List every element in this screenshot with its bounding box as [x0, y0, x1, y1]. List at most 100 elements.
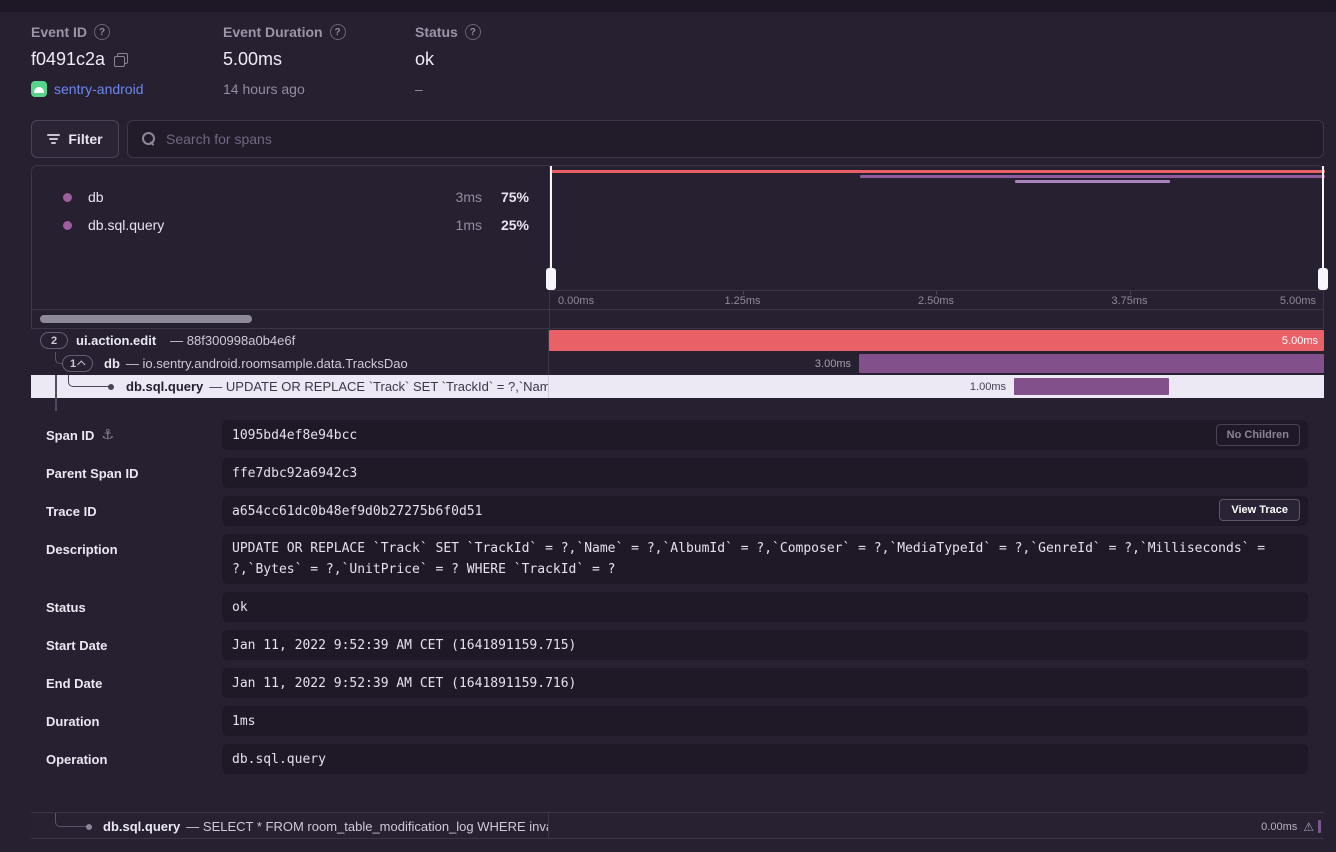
copy-icon[interactable] — [114, 53, 127, 66]
project-row: sentry-android — [31, 81, 144, 97]
event-id-value: f0491c2a — [31, 49, 105, 70]
event-id-label: Event ID ? — [31, 24, 144, 40]
project-link[interactable]: sentry-android — [54, 81, 144, 97]
children-count-pill[interactable]: 1 — [62, 355, 93, 372]
view-trace-button[interactable]: View Trace — [1219, 499, 1300, 521]
span-duration-bar — [859, 354, 1324, 373]
column-divider — [548, 813, 549, 838]
legend-item-db-sql-query[interactable]: db.sql.query 1ms 25% — [32, 213, 549, 237]
filter-button-label: Filter — [68, 131, 102, 147]
operation-row-value: db.sql.query — [222, 744, 1308, 774]
span-row-db[interactable]: 1 db — io.sentry.android.roomsample.data… — [31, 352, 1324, 375]
span-row-text: db — io.sentry.android.roomsample.data.T… — [104, 352, 408, 375]
column-divider — [548, 329, 549, 352]
legend-percent: 25% — [487, 217, 529, 233]
description-label-text: Description — [46, 542, 118, 557]
operation-row-label-text: Operation — [46, 752, 107, 767]
status-row-value: ok — [222, 592, 1308, 622]
span-duration-bar — [1318, 820, 1321, 833]
minimap-handle-left[interactable] — [550, 166, 552, 290]
span-row-db-sql-query-selected[interactable]: db.sql.query — UPDATE OR REPLACE `Track`… — [31, 375, 1324, 398]
parent-span-id-text: ffe7dbc92a6942c3 — [232, 466, 357, 481]
search-input[interactable] — [166, 131, 1323, 147]
axis-label: 0.00ms — [558, 295, 594, 307]
trace-id-text: a654cc61dc0b48ef9d0b27275b6f0d51 — [232, 504, 482, 519]
end-date-label: End Date — [46, 668, 102, 698]
help-icon[interactable]: ? — [94, 24, 110, 40]
filter-button[interactable]: Filter — [31, 120, 119, 158]
span-duration-label: 5.00ms — [1282, 329, 1318, 352]
children-count-pill[interactable]: 2 — [40, 332, 68, 349]
pill-count: 1 — [70, 358, 76, 370]
event-duration-field: Event Duration ? 5.00ms 14 hours ago — [223, 24, 346, 97]
parent-span-id-label: Parent Span ID — [46, 458, 138, 488]
trace-id-label: Trace ID — [46, 496, 97, 526]
span-op: ui.action.edit — [76, 333, 156, 348]
warning-icon: ⚠ — [1303, 820, 1314, 834]
help-icon[interactable]: ? — [465, 24, 481, 40]
event-duration-label: Event Duration ? — [223, 24, 346, 40]
column-divider — [548, 375, 549, 398]
span-duration-label: 1.00ms — [970, 375, 1006, 398]
android-icon — [31, 81, 47, 97]
axis-label: 2.50ms — [918, 295, 954, 307]
span-bullet — [86, 824, 92, 830]
op-color-dot — [63, 193, 72, 202]
search-icon — [142, 132, 156, 146]
span-tree: 2 ui.action.edit — 88f300998a0b4e6f 5.00… — [31, 329, 1324, 398]
span-desc: — 88f300998a0b4e6f — [170, 333, 295, 348]
span-duration-label: 3.00ms — [815, 352, 851, 375]
parent-span-id-value: ffe7dbc92a6942c3 — [222, 458, 1308, 488]
tree-guide-line — [55, 375, 57, 398]
minimap-chart[interactable] — [550, 166, 1325, 290]
status-row-label: Status — [46, 592, 86, 622]
span-row-ui-action-edit[interactable]: 2 ui.action.edit — 88f300998a0b4e6f 5.00… — [31, 329, 1324, 352]
span-row-bar-cell: 1.00ms — [549, 375, 1324, 398]
span-op: db.sql.query — [126, 379, 203, 394]
status-row-label-text: Status — [46, 600, 86, 615]
minimap-span-line — [550, 170, 1325, 173]
tree-guide-stub — [55, 398, 57, 411]
span-duration-meta: 0.00ms ⚠ — [1261, 813, 1314, 840]
legend-op: db.sql.query — [88, 217, 164, 233]
anchor-icon[interactable]: ⚓ — [101, 427, 114, 443]
span-row-left: 2 ui.action.edit — 88f300998a0b4e6f — [31, 329, 548, 352]
end-date-value: Jan 11, 2022 9:52:39 AM CET (1641891159.… — [222, 668, 1308, 698]
trace-minimap: db 3ms 75% db.sql.query 1ms 25% 0.00ms 1… — [31, 165, 1324, 310]
minimap-grip[interactable] — [1318, 268, 1328, 290]
span-desc: — io.sentry.android.roomsample.data.Trac… — [126, 356, 408, 371]
parent-span-id-label-text: Parent Span ID — [46, 466, 138, 481]
description-value: UPDATE OR REPLACE `Track` SET `TrackId` … — [222, 534, 1308, 584]
span-id-label-text: Span ID — [46, 428, 94, 443]
axis-label: 3.75ms — [1111, 295, 1147, 307]
span-id-label: Span ID ⚓ — [46, 420, 114, 450]
legend-item-db[interactable]: db 3ms 75% — [32, 185, 549, 209]
axis-label: 1.25ms — [724, 295, 760, 307]
span-op: db — [104, 356, 120, 371]
span-row-left: 1 db — io.sentry.android.roomsample.data… — [31, 352, 548, 375]
span-search — [127, 120, 1324, 158]
filter-icon — [47, 134, 60, 144]
span-row-text: db.sql.query — SELECT * FROM room_table_… — [103, 813, 548, 840]
span-desc: — UPDATE OR REPLACE `Track` SET `TrackId… — [209, 379, 548, 394]
span-row-db-sql-query-select[interactable]: db.sql.query — SELECT * FROM room_table_… — [31, 812, 1324, 839]
status-field: Status ? ok – — [415, 24, 481, 97]
description-label: Description — [46, 534, 118, 564]
horizontal-scrollbar-thumb[interactable] — [40, 315, 252, 323]
span-duration-label: 0.00ms — [1261, 821, 1297, 833]
minimap-handle-right[interactable] — [1322, 166, 1324, 290]
minimap-span-line — [860, 175, 1325, 178]
event-time-ago: 14 hours ago — [223, 81, 346, 97]
span-row-left: db.sql.query — UPDATE OR REPLACE `Track`… — [31, 375, 548, 398]
help-icon[interactable]: ? — [330, 24, 346, 40]
minimap-grip[interactable] — [546, 268, 556, 290]
span-id-value: 1095bd4ef8e94bcc No Children — [222, 420, 1308, 450]
op-color-dot — [63, 221, 72, 230]
tree-connector — [55, 813, 88, 827]
status-sub: – — [415, 81, 481, 97]
duration-row-value: 1ms — [222, 706, 1308, 736]
legend-duration: 3ms — [412, 189, 482, 205]
event-duration-value: 5.00ms — [223, 49, 346, 70]
tree-connector — [55, 352, 62, 364]
span-detail-page: Event ID ? f0491c2a sentry-android Event… — [0, 0, 1336, 852]
